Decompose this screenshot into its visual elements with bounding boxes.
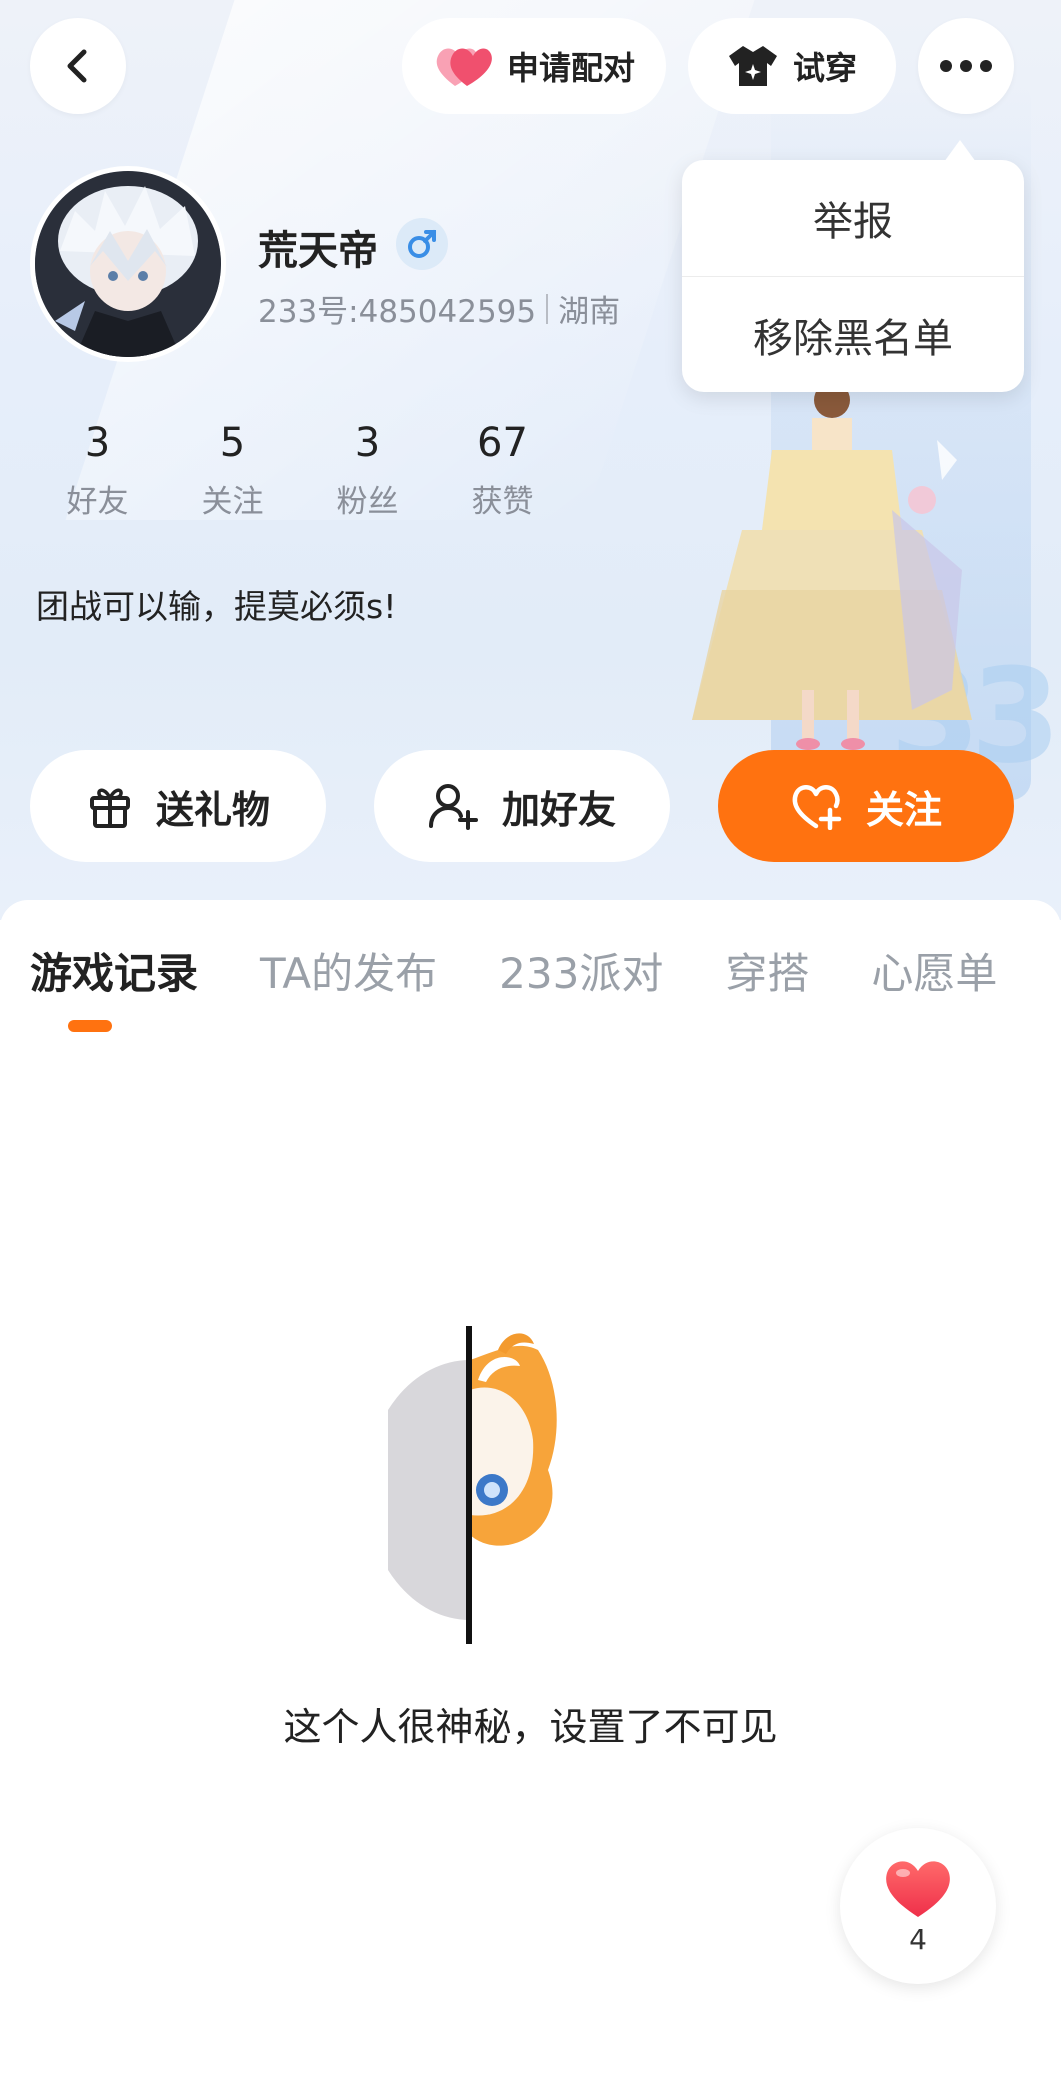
match-request-label: 申请配对 — [506, 49, 635, 87]
active-tab-indicator — [68, 1020, 112, 1032]
more-button[interactable] — [918, 18, 1014, 114]
gift-icon — [89, 788, 130, 828]
chevron-left-icon — [67, 49, 87, 83]
gender-male-badge — [396, 218, 448, 270]
stat-followers[interactable]: 3 粉丝 — [300, 420, 435, 521]
stat-label: 好友 — [66, 484, 129, 520]
profile-tabs: 游戏记录 TA的发布 233派对 穿搭 心愿单 — [30, 940, 1059, 1001]
stat-friends[interactable]: 3 好友 — [30, 420, 165, 521]
follow-button[interactable]: 关注 — [718, 750, 1014, 862]
stat-likes[interactable]: 67 获赞 — [435, 420, 570, 521]
empty-state-illustration — [388, 1326, 557, 1644]
try-on-label: 试穿 — [792, 49, 857, 87]
add-friend-button[interactable]: 加好友 — [374, 750, 670, 862]
send-gift-label: 送礼物 — [155, 787, 270, 832]
user-location: 湖南 — [558, 294, 621, 330]
stat-label: 关注 — [201, 484, 264, 520]
user-id[interactable]: 233号:485042595 — [258, 286, 536, 331]
empty-state-message: 这个人很神秘，设置了不可见 — [283, 1705, 778, 1749]
menu-item-remove-blacklist[interactable]: 移除黑名单 — [682, 276, 1024, 392]
stats-row: 3 好友 5 关注 3 粉丝 67 获赞 — [30, 420, 570, 521]
like-count: 4 — [909, 1922, 927, 1956]
male-icon — [408, 230, 436, 258]
tab-game-records[interactable]: 游戏记录 — [30, 940, 198, 1001]
back-button[interactable] — [30, 18, 126, 114]
divider — [546, 293, 549, 324]
avatar[interactable] — [30, 166, 226, 362]
double-heart-icon — [436, 48, 492, 86]
follow-label: 关注 — [865, 787, 942, 832]
stat-following[interactable]: 5 关注 — [165, 420, 300, 521]
avatar-character-figure[interactable] — [682, 390, 982, 750]
heart-icon — [886, 1860, 950, 1917]
match-request-button[interactable]: 申请配对 — [402, 18, 666, 114]
tab-posts[interactable]: TA的发布 — [260, 940, 437, 1001]
stat-value: 3 — [84, 420, 111, 466]
tab-party[interactable]: 233派对 — [499, 940, 663, 1001]
user-bio: 团战可以输，提莫必须s! — [36, 587, 397, 626]
stat-value: 5 — [219, 420, 246, 466]
like-button[interactable]: 4 — [840, 1828, 996, 1984]
username: 荒天帝 — [258, 228, 378, 274]
stat-value: 67 — [477, 420, 528, 466]
try-on-button[interactable]: 试穿 — [688, 18, 896, 114]
heart-plus-icon — [792, 785, 842, 830]
add-friend-label: 加好友 — [501, 787, 616, 832]
more-options-menu: 举报 移除黑名单 — [682, 140, 1024, 392]
menu-item-report[interactable]: 举报 — [682, 160, 1024, 276]
user-id-row: 233号:485042595 湖南 — [258, 286, 620, 331]
stat-label: 获赞 — [471, 484, 534, 520]
send-gift-button[interactable]: 送礼物 — [30, 750, 326, 862]
avatar-illustration — [35, 171, 221, 357]
add-user-icon — [428, 784, 478, 830]
stat-value: 3 — [354, 420, 381, 466]
stat-label: 粉丝 — [336, 484, 399, 520]
more-dots-icon — [940, 60, 992, 72]
tab-wishlist[interactable]: 心愿单 — [871, 940, 997, 1001]
tshirt-icon — [728, 46, 777, 86]
tab-outfits[interactable]: 穿搭 — [725, 940, 809, 1001]
